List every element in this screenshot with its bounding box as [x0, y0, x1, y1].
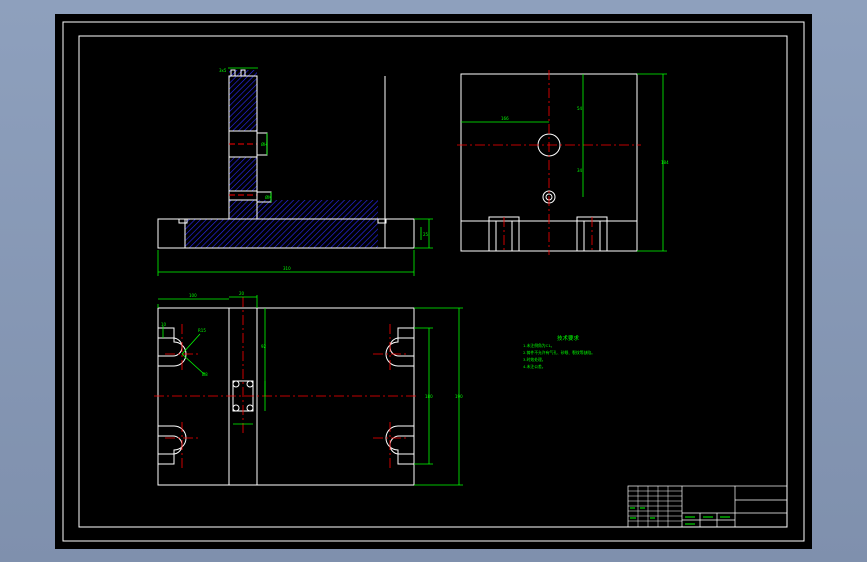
- tech-note-line-1: 1.未注倒角为C1。: [523, 343, 554, 348]
- tech-notes-title: 技术要求: [557, 334, 580, 342]
- top-hole-4: [246, 404, 254, 412]
- side-view: 166 54 34 184: [457, 70, 669, 255]
- top-dim-radius: R15: [198, 328, 206, 333]
- top-dim-offset2: 20: [239, 291, 245, 296]
- front-dim-low: ØM: [265, 195, 272, 200]
- side-dim-h2: 34: [577, 168, 583, 173]
- cad-drawing-viewport[interactable]: 3x5 ØH ØM 25 310 166 54 34 184 100 20 10…: [55, 14, 812, 549]
- tech-note-line-4: 4.未注公差。: [523, 364, 546, 369]
- tech-note-line-2: 2.铸件不允许有气孔、砂眼、裂纹等缺陷。: [523, 350, 595, 355]
- top-dim-hole: Ø8: [202, 372, 208, 377]
- drawing-canvas: 3x5 ØH ØM 25 310 166 54 34 184 100 20 10…: [62, 21, 805, 542]
- tech-note-line-3: 3.时效处理。: [523, 357, 546, 362]
- front-section-hatch: [185, 70, 378, 248]
- top-hole-1: [232, 380, 240, 388]
- top-dim-overall: 190: [455, 394, 463, 399]
- front-dim-width: 310: [283, 266, 291, 271]
- top-dim-slot: 10: [161, 322, 167, 327]
- top-view: 100 20 10 R15 Ø8 92 180 190: [154, 291, 463, 486]
- front-dim-top: 3x5: [219, 68, 227, 73]
- top-dim-inner: 92: [261, 344, 267, 349]
- front-view: 3x5 ØH ØM 25 310: [157, 67, 433, 276]
- inner-frame: [78, 35, 788, 528]
- side-dim-top-w: 166: [501, 116, 509, 121]
- top-body: [157, 307, 415, 486]
- side-dim-overall: 184: [661, 160, 669, 165]
- front-dim-mid: ØH: [261, 142, 267, 147]
- technical-notes: 技术要求 1.未注倒角为C1。 2.铸件不允许有气孔、砂眼、裂纹等缺陷。 3.时…: [523, 334, 595, 369]
- title-block: [627, 485, 788, 528]
- top-hole-3: [232, 404, 240, 412]
- top-hole-2: [246, 380, 254, 388]
- side-dim-h1: 54: [577, 106, 583, 111]
- top-dim-offset: 100: [189, 293, 197, 298]
- top-dim-mid: 180: [425, 394, 433, 399]
- front-dim-base: 25: [423, 232, 429, 237]
